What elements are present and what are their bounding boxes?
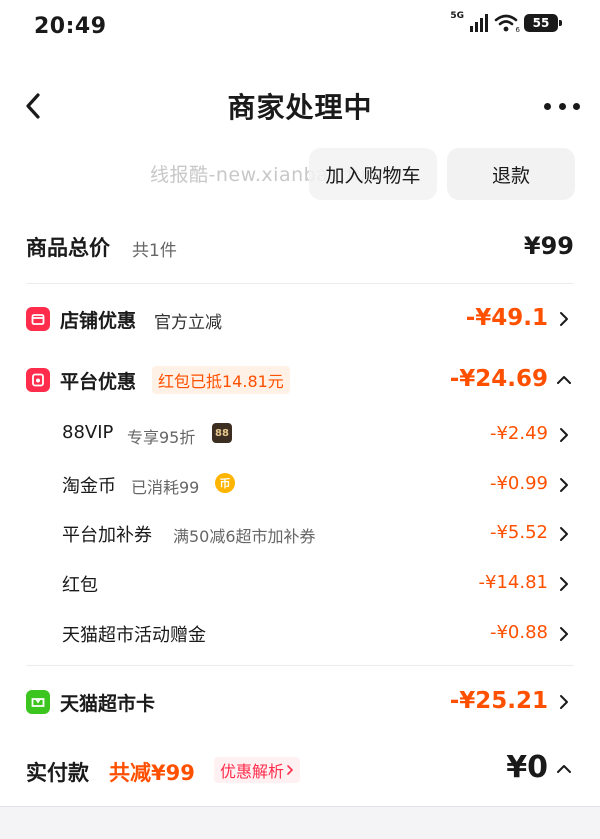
chevron-right-icon[interactable] [556, 576, 572, 592]
red-packet-tag: 红包已抵14.81元 [152, 366, 290, 394]
platform-icon [26, 368, 50, 392]
sub-item-amount: -¥0.99 [489, 473, 548, 494]
more-menu-button[interactable] [544, 94, 580, 118]
divider [26, 283, 574, 284]
sub-item-label: 88VIP [62, 422, 114, 443]
payment-label: 实付款 [26, 761, 89, 785]
platform-discount-amount: -¥24.69 [449, 366, 548, 392]
store-discount-sub: 官方立减 [154, 313, 222, 333]
chevron-right-icon[interactable] [556, 477, 572, 493]
more-dot-icon [544, 102, 551, 110]
more-dot-icon [573, 102, 580, 110]
sub-item-amount: -¥0.88 [489, 622, 548, 643]
total-value: ¥99 [523, 232, 574, 260]
chevron-right-icon[interactable] [556, 626, 572, 642]
item-count: 共1件 [132, 241, 177, 261]
divider [0, 806, 600, 807]
wifi-band: 6 [515, 26, 520, 34]
tmall-card-amount: -¥25.21 [449, 688, 548, 714]
sub-item-label: 红包 [62, 575, 98, 596]
store-discount-amount: -¥49.1 [465, 305, 548, 331]
header: 商家处理中 [0, 74, 600, 138]
battery-icon: 55 [524, 14, 562, 32]
sub-item-amount: -¥14.81 [478, 572, 548, 593]
chevron-up-icon[interactable] [556, 372, 572, 388]
status-bar: 20:49 5G 6 55 [0, 0, 600, 56]
coin-icon: 币 [215, 473, 235, 493]
chevron-up-icon[interactable] [556, 761, 572, 777]
chevron-right-icon[interactable] [556, 694, 572, 710]
total-label: 商品总价 [26, 236, 110, 260]
wifi-icon: 6 [494, 14, 520, 34]
status-time: 20:49 [34, 14, 107, 39]
store-discount-label: 店铺优惠 [60, 310, 137, 332]
refund-button[interactable]: 退款 [447, 148, 575, 200]
chevron-right-icon[interactable] [556, 526, 572, 542]
tmall-card-label: 天猫超市卡 [60, 693, 156, 715]
sub-item-label: 平台加补券 [62, 525, 152, 546]
card-icon [26, 690, 50, 714]
sub-item-note: 专享95折 [127, 428, 196, 447]
bottom-bar [0, 806, 600, 839]
sub-item-label: 天猫超市活动赠金 [62, 625, 206, 646]
more-dot-icon [558, 102, 566, 110]
discount-analysis-button[interactable]: 优惠解析 [214, 757, 301, 783]
sub-item-note: 已消耗99 [131, 478, 200, 497]
chevron-right-icon[interactable] [556, 311, 572, 327]
sub-item-label: 淘金币 [62, 476, 116, 497]
page-title: 商家处理中 [227, 91, 373, 124]
payment-value: ¥0 [506, 750, 548, 785]
divider [26, 665, 574, 666]
network-type: 5G [450, 11, 464, 21]
sub-item-amount: -¥5.52 [489, 522, 548, 543]
chevron-right-icon [287, 765, 294, 775]
chevron-right-icon[interactable] [556, 427, 572, 443]
sub-item-note: 满50减6超市加补券 [173, 527, 316, 546]
signal-icon [470, 14, 488, 32]
add-to-cart-button[interactable]: 加入购物车 [309, 148, 437, 200]
88vip-badge-icon: 88 [212, 423, 232, 443]
store-icon [26, 307, 50, 331]
sub-item-amount: -¥2.49 [489, 423, 548, 444]
status-icons: 5G 6 55 [450, 11, 562, 34]
discount-analysis-label: 优惠解析 [220, 762, 285, 781]
platform-discount-label: 平台优惠 [60, 371, 137, 393]
total-reduction: 共减¥99 [109, 761, 195, 785]
